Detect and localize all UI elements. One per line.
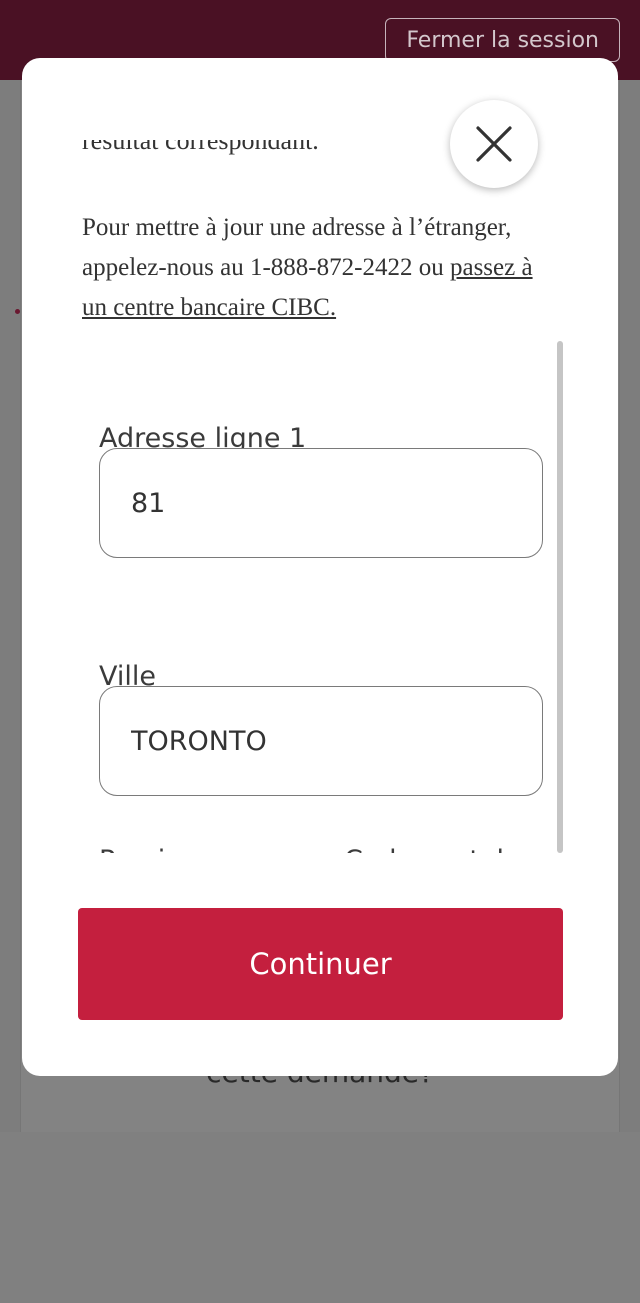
background-step-dot [15,309,20,314]
intro-clipped-line: résultat correspondant. [82,140,462,170]
address-modal: résultat correspondant. Pour mettre à jo… [22,58,618,1076]
background-footer [0,1132,640,1303]
form-scrollbar[interactable] [557,341,563,853]
city-input[interactable] [99,686,543,796]
intro-paragraph: Pour mettre à jour une adresse à l’étran… [82,208,562,328]
province-label: Province [99,845,214,853]
intro-clipped-text: résultat correspondant. [82,140,319,155]
close-icon [476,126,512,162]
intro-text: Pour mettre à jour une adresse à l’étran… [82,214,512,281]
address-line1-input[interactable] [99,448,543,558]
address-form: Adresse ligne 1 Ville Province Code post… [22,343,582,853]
continue-button[interactable]: Continuer [78,908,563,1020]
logout-button[interactable]: Fermer la session [385,18,620,62]
close-button[interactable] [450,100,538,188]
postal-code-label: Code postal [344,845,504,853]
